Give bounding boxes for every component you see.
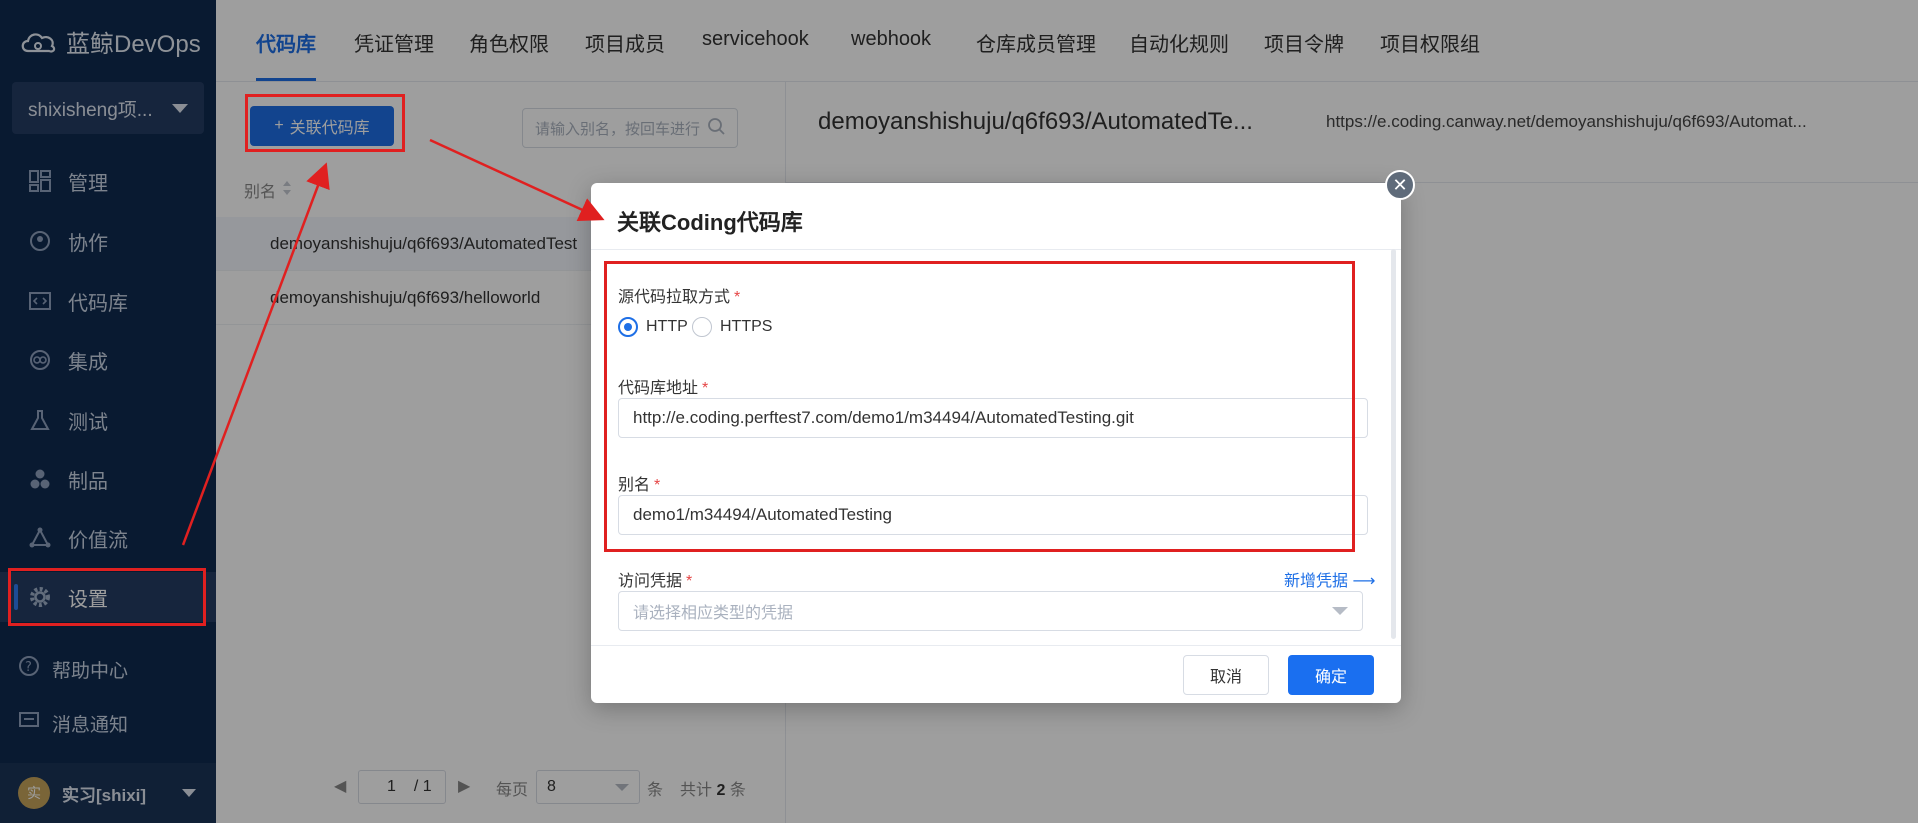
close-icon[interactable]: ✕ bbox=[1385, 170, 1415, 200]
credential-select[interactable]: 请选择相应类型的凭据 bbox=[618, 591, 1363, 631]
credential-label: 访问凭据 * bbox=[618, 567, 692, 591]
arrow-right-icon: ⟶ bbox=[1352, 573, 1376, 590]
dialog-title: 关联Coding代码库 bbox=[617, 210, 803, 235]
highlight-settings bbox=[8, 568, 206, 626]
dialog-scrollbar[interactable] bbox=[1391, 249, 1396, 639]
add-credential-link[interactable]: 新增凭据 ⟶ bbox=[1284, 567, 1375, 591]
credential-text: 访问凭据 bbox=[618, 573, 683, 590]
cancel-button[interactable]: 取消 bbox=[1183, 655, 1269, 695]
highlight-add-button bbox=[245, 94, 405, 152]
chevron-down-icon bbox=[1332, 607, 1348, 615]
divider bbox=[591, 645, 1401, 646]
divider bbox=[591, 249, 1401, 250]
confirm-button[interactable]: 确定 bbox=[1288, 655, 1374, 695]
required-mark: * bbox=[686, 573, 693, 590]
highlight-form-fields bbox=[604, 261, 1355, 552]
credential-placeholder: 请选择相应类型的凭据 bbox=[633, 605, 794, 622]
add-credential-label: 新增凭据 bbox=[1284, 573, 1349, 590]
